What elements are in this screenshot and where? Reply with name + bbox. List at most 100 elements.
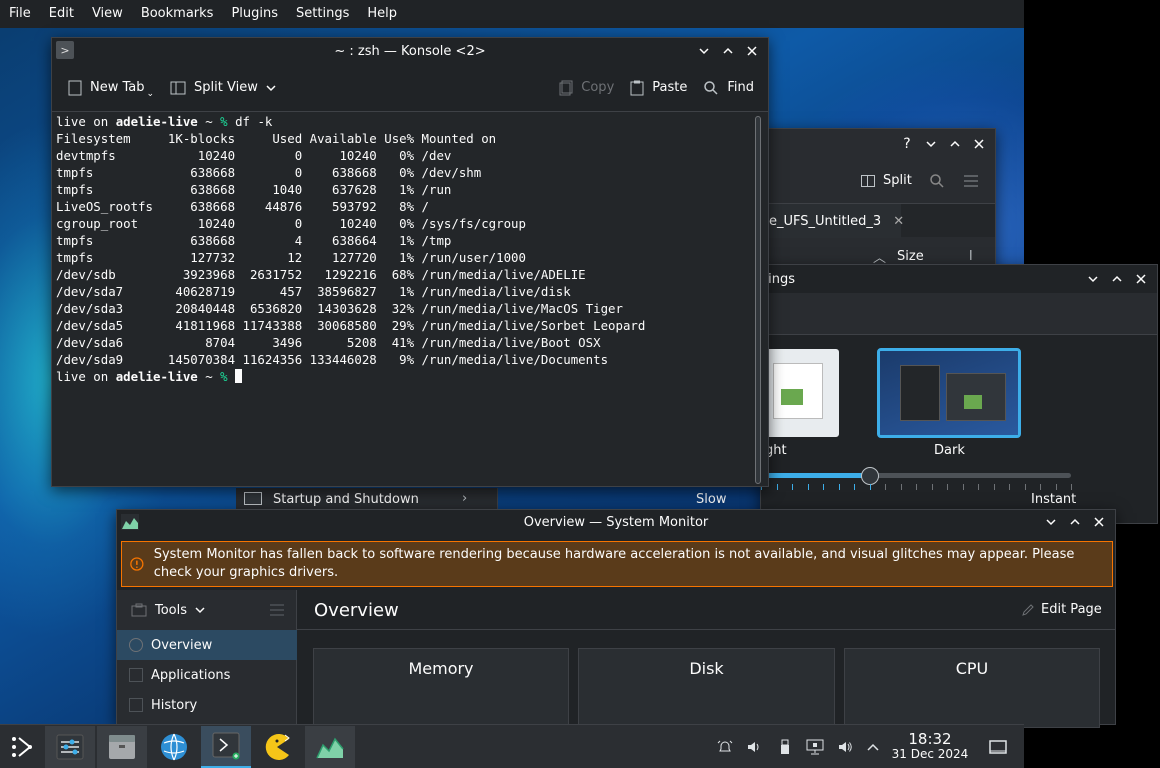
split-label: Split	[883, 173, 912, 188]
command-text: df -k	[227, 114, 273, 129]
overview-icon	[129, 638, 143, 652]
menu-bookmarks[interactable]: Bookmarks	[132, 0, 223, 28]
scrollbar[interactable]	[752, 116, 764, 484]
search-icon[interactable]	[929, 173, 945, 189]
konsole-window: > ~ : zsh — Konsole <2> New Tab ⌄ Split …	[51, 37, 769, 487]
nav-label: Overview	[151, 637, 213, 653]
maximize-button[interactable]	[1107, 269, 1127, 289]
notifications-icon[interactable]	[714, 725, 736, 768]
task-browser[interactable]	[149, 726, 199, 768]
hamburger-menu-icon[interactable]	[963, 174, 979, 188]
copy-button[interactable]: Copy	[551, 73, 622, 103]
removable-device-icon[interactable]	[774, 725, 796, 768]
window-controls	[1041, 510, 1109, 534]
column-extra-header[interactable]: l	[969, 249, 973, 264]
df-row: /dev/sda3 20840448 6536820 14303628 32% …	[56, 301, 623, 316]
split-view-button[interactable]: Split View	[162, 73, 284, 103]
tab-item[interactable]: e_UFS_Untitled_3 ✕	[761, 204, 904, 238]
volume-icon[interactable]	[834, 725, 856, 768]
menu-help[interactable]: Help	[358, 0, 406, 28]
close-button[interactable]	[1131, 269, 1151, 289]
task-system-monitor[interactable]	[305, 726, 355, 768]
show-desktop-button[interactable]	[986, 725, 1010, 768]
close-tab-icon[interactable]: ✕	[893, 214, 904, 229]
paste-label: Paste	[652, 80, 688, 95]
df-row: /dev/sda6 8704 3496 5208 41% /run/media/…	[56, 335, 601, 350]
slider-tick	[1024, 484, 1026, 490]
card-title: CPU	[955, 659, 989, 678]
cpu-card[interactable]: CPU	[844, 648, 1100, 728]
taskbar: 18:32 31 Dec 2024	[0, 724, 1024, 768]
maximize-button[interactable]	[945, 134, 965, 154]
edit-page-label: Edit Page	[1041, 602, 1102, 617]
prompt-path: ~	[197, 369, 221, 384]
slider-tick	[854, 484, 855, 490]
edit-page-button[interactable]: Edit Page	[1021, 602, 1102, 617]
system-monitor-app-icon	[316, 737, 344, 759]
prompt-path: ~	[197, 114, 221, 129]
minimize-button[interactable]	[1041, 512, 1061, 532]
slider-tick	[978, 484, 979, 490]
theme-dark-thumbnail[interactable]	[877, 348, 1021, 438]
app-launcher-button[interactable]	[0, 726, 44, 768]
task-system-settings[interactable]	[45, 726, 95, 768]
nav-item-applications[interactable]: Applications	[117, 660, 297, 690]
konsole-toolbar: New Tab ⌄ Split View Copy Paste Find	[52, 64, 768, 112]
menu-plugins[interactable]: Plugins	[222, 0, 287, 28]
minimize-button[interactable]	[1083, 269, 1103, 289]
maximize-button[interactable]	[718, 41, 738, 61]
menu-edit[interactable]: Edit	[40, 0, 83, 28]
slider-handle[interactable]	[860, 467, 879, 485]
theme-light-thumbnail[interactable]	[761, 349, 839, 437]
terminal-output[interactable]: live on adelie-live ~ % df -k Filesystem…	[56, 113, 750, 485]
clock[interactable]: 18:32 31 Dec 2024	[888, 725, 972, 768]
new-tab-button[interactable]: New Tab ⌄	[60, 73, 162, 103]
column-size-header[interactable]: Size	[897, 249, 924, 264]
slider-track	[761, 473, 1071, 478]
network-icon[interactable]	[803, 725, 827, 768]
find-button[interactable]: Find	[695, 73, 762, 103]
menu-settings[interactable]: Settings	[287, 0, 358, 28]
close-button[interactable]	[742, 41, 762, 61]
minimize-button[interactable]	[694, 41, 714, 61]
prompt-user: live on	[56, 369, 116, 384]
disk-card[interactable]: Disk	[578, 648, 835, 728]
maximize-button[interactable]	[1065, 512, 1085, 532]
new-tab-label: New Tab	[90, 80, 145, 95]
new-tab-icon	[68, 80, 82, 95]
terminal-app-icon: >	[56, 41, 74, 59]
startup-icon	[244, 492, 262, 505]
clock-time: 18:32	[908, 730, 952, 748]
theme-dark-label: Dark	[934, 443, 965, 458]
paste-button[interactable]: Paste	[622, 73, 695, 103]
minimize-button[interactable]	[921, 134, 941, 154]
pacman-app-icon	[265, 734, 290, 760]
text-cursor	[235, 369, 243, 383]
show-hidden-icons-button[interactable]	[863, 725, 883, 768]
close-button[interactable]	[969, 134, 989, 154]
slider-tick	[823, 484, 824, 490]
paste-icon	[630, 80, 644, 95]
task-file-manager[interactable]	[97, 726, 147, 768]
memory-card[interactable]: Memory	[313, 648, 569, 728]
menu-view[interactable]: View	[83, 0, 132, 28]
scrollbar-handle[interactable]	[755, 116, 761, 484]
help-icon[interactable]: ?	[897, 134, 917, 154]
animation-speed-slider[interactable]	[761, 467, 1073, 492]
audio-icon[interactable]	[743, 725, 765, 768]
task-game[interactable]	[253, 726, 303, 768]
split-view-label: Split View	[194, 80, 258, 95]
split-button[interactable]: Split	[861, 173, 912, 188]
slider-tick	[1071, 484, 1072, 490]
close-button[interactable]	[1089, 512, 1109, 532]
nav-item-history[interactable]: History	[117, 690, 297, 720]
task-konsole[interactable]	[201, 726, 251, 768]
nav-item-overview[interactable]: Overview	[117, 630, 297, 660]
sort-chevron-icon[interactable]: ︿	[873, 247, 886, 266]
window-controls: ?	[897, 133, 989, 155]
offscreen-area-bottom	[1024, 724, 1160, 768]
hamburger-menu-icon[interactable]	[269, 604, 285, 616]
settings-header	[761, 293, 1157, 335]
menu-file[interactable]: File	[0, 0, 40, 28]
offscreen-area	[1024, 0, 1160, 264]
